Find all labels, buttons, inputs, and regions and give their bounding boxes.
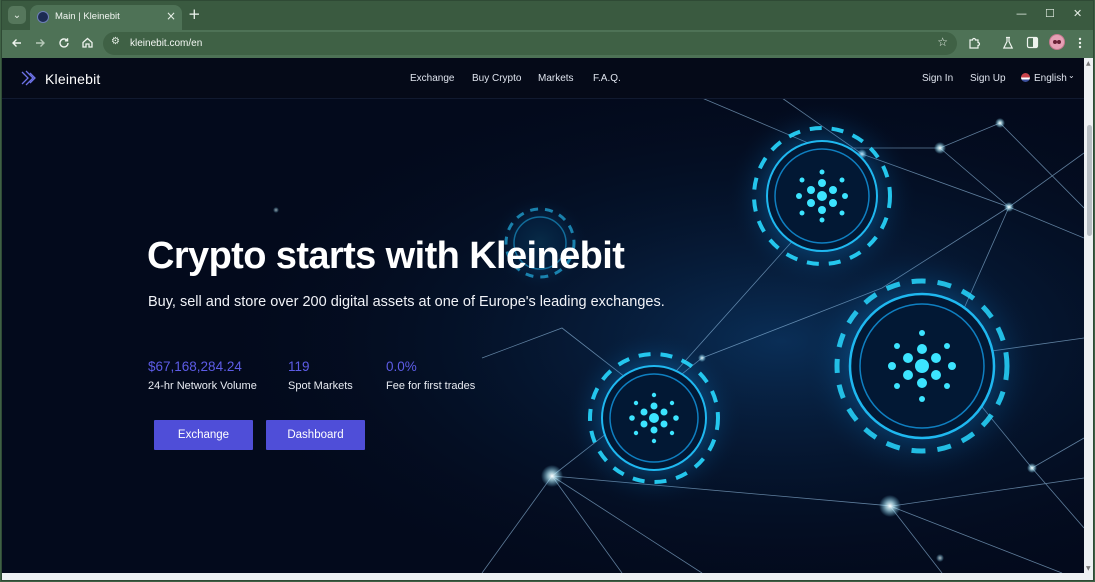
hero-title: Crypto starts with Kleinebit xyxy=(147,235,625,277)
browser-toolbar: ⚙ kleinebit.com/en ☆ xyxy=(2,30,1093,58)
chevron-down-icon[interactable]: ⌄ xyxy=(1068,71,1075,80)
language-selector[interactable]: English xyxy=(1034,73,1067,84)
window-close-button[interactable]: ✕ xyxy=(1073,7,1082,20)
page-scrollbar[interactable]: ▲ ▼ xyxy=(1084,58,1093,573)
sign-up-link[interactable]: Sign Up xyxy=(970,73,1006,84)
reload-icon[interactable] xyxy=(58,37,70,49)
address-bar[interactable]: ⚙ kleinebit.com/en ☆ xyxy=(103,32,957,55)
puzzle-icon[interactable] xyxy=(967,36,981,50)
dashboard-button[interactable]: Dashboard xyxy=(266,420,365,450)
maximize-button[interactable]: ☐ xyxy=(1045,7,1055,20)
home-icon[interactable] xyxy=(81,36,94,49)
crypto-coin-right xyxy=(802,246,1042,486)
flag-icon xyxy=(1021,73,1030,82)
scroll-thumb[interactable] xyxy=(1087,125,1092,236)
avatar[interactable] xyxy=(1049,34,1065,50)
scroll-up-icon[interactable]: ▲ xyxy=(1086,60,1091,67)
star-icon[interactable]: ☆ xyxy=(937,35,948,49)
stat-fee-label: Fee for first trades xyxy=(386,380,476,392)
tune-icon[interactable]: ⚙ xyxy=(111,36,120,47)
window-bottom-edge xyxy=(2,573,1093,580)
brand-name[interactable]: Kleinebit xyxy=(45,71,101,87)
tab-title: Main | Kleinebit xyxy=(55,11,120,22)
hero-background-image xyxy=(2,58,1084,573)
nav-link-markets[interactable]: Markets xyxy=(538,73,574,84)
arrow-right-icon[interactable] xyxy=(34,37,46,49)
crypto-coin-left xyxy=(564,328,744,508)
tab-strip: ⌄ Main | Kleinebit × + — ☐ ✕ xyxy=(2,1,1093,30)
nav-link-buy-crypto[interactable]: Buy Crypto xyxy=(472,73,521,84)
kebab-menu-icon[interactable] xyxy=(1077,36,1083,50)
close-icon[interactable]: × xyxy=(166,9,176,23)
stat-network-volume-label: 24-hr Network Volume xyxy=(148,380,257,392)
stat-spot-markets-label: Spot Markets xyxy=(288,380,353,392)
stat-fee-value: 0.0% xyxy=(386,359,417,374)
flask-icon[interactable] xyxy=(1002,36,1014,50)
side-panel-icon[interactable] xyxy=(1026,36,1039,49)
nav-link-faq[interactable]: F.A.Q. xyxy=(593,73,621,84)
browser-tab[interactable]: Main | Kleinebit × xyxy=(30,5,182,30)
kleinebit-logo-icon[interactable] xyxy=(19,69,38,88)
new-tab-button[interactable]: + xyxy=(188,6,201,22)
stat-spot-markets-value: 119 xyxy=(288,359,310,374)
browser-window: ⌄ Main | Kleinebit × + — ☐ ✕ ⚙ kleinebit… xyxy=(1,0,1094,581)
arrow-left-icon[interactable] xyxy=(11,37,23,49)
sign-in-link[interactable]: Sign In xyxy=(922,73,953,84)
web-page: Kleinebit Exchange Buy Crypto Markets F.… xyxy=(2,58,1084,573)
nav-link-exchange[interactable]: Exchange xyxy=(410,73,454,84)
favicon-icon xyxy=(37,11,49,23)
exchange-button[interactable]: Exchange xyxy=(154,420,253,450)
stat-network-volume-value: $67,168,284.24 xyxy=(148,359,242,374)
hero-subtitle: Buy, sell and store over 200 digital ass… xyxy=(148,294,665,310)
chevron-down-icon[interactable]: ⌄ xyxy=(8,6,26,24)
site-navbar: Kleinebit Exchange Buy Crypto Markets F.… xyxy=(2,58,1084,99)
minimize-button[interactable]: — xyxy=(1016,7,1027,20)
scroll-down-icon[interactable]: ▼ xyxy=(1086,565,1091,572)
url-text[interactable]: kleinebit.com/en xyxy=(130,38,202,49)
